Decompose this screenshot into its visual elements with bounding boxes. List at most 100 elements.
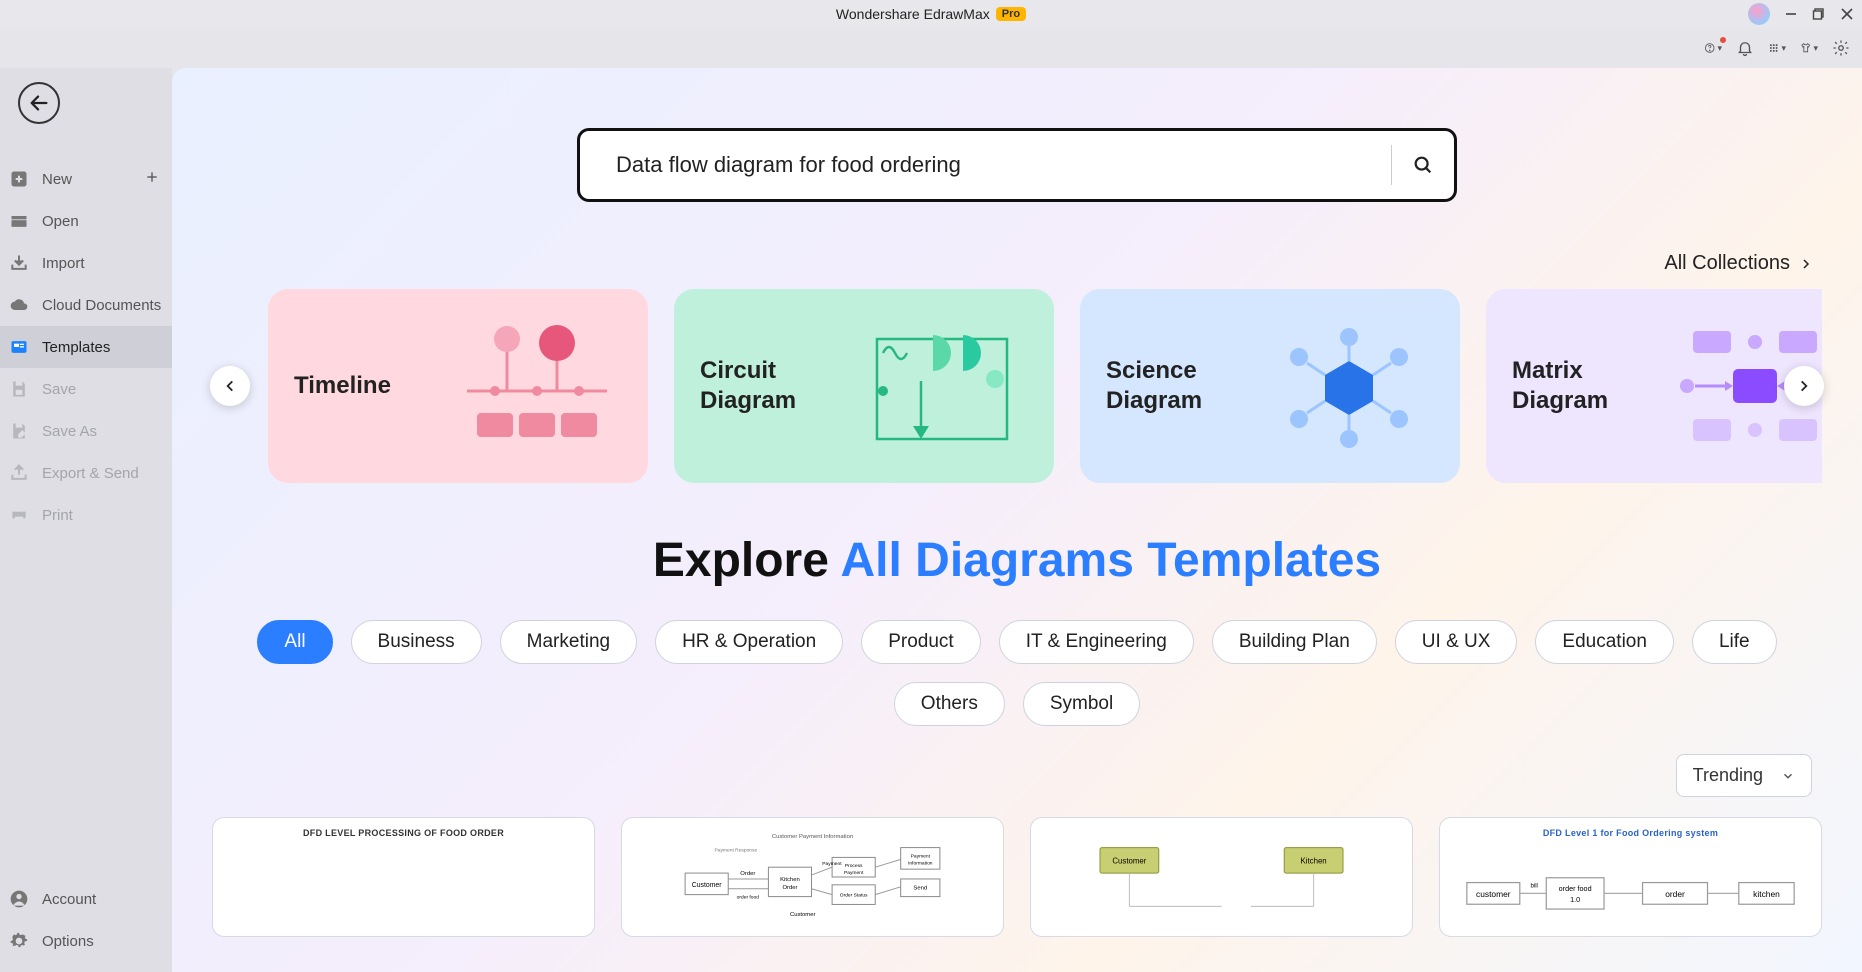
svg-text:Order: Order (782, 885, 797, 891)
all-collections-link[interactable]: All Collections (212, 252, 1822, 275)
sidebar-item-new[interactable]: New (0, 158, 172, 200)
card-label: Matrix Diagram (1512, 356, 1662, 416)
svg-text:Payment Response: Payment Response (715, 848, 758, 854)
shirt-icon[interactable]: ▾ (1800, 39, 1818, 57)
svg-text:order: order (1665, 889, 1685, 899)
sidebar-item-save[interactable]: Save (0, 368, 172, 410)
category-card-timeline[interactable]: Timeline (268, 289, 648, 483)
template-card[interactable]: DFD Level 1 for Food Ordering system cus… (1439, 817, 1822, 937)
bell-icon[interactable] (1736, 39, 1754, 57)
chip-business[interactable]: Business (351, 620, 482, 664)
card-label: Timeline (294, 371, 391, 401)
sidebar-item-label: Templates (42, 339, 110, 356)
carousel-prev-button[interactable] (210, 366, 250, 406)
maximize-button[interactable] (1812, 7, 1826, 21)
svg-text:1.0: 1.0 (1570, 895, 1580, 904)
sidebar-item-label: Options (42, 933, 94, 950)
sidebar-item-print[interactable]: Print (0, 494, 172, 536)
svg-text:Order: Order (740, 871, 755, 877)
chip-others[interactable]: Others (894, 682, 1005, 726)
cloud-icon (8, 294, 30, 316)
all-collections-label: All Collections (1664, 252, 1790, 275)
sidebar-item-import[interactable]: Import (0, 242, 172, 284)
category-card-circuit[interactable]: Circuit Diagram (674, 289, 1054, 483)
back-button[interactable] (18, 82, 60, 124)
chip-all[interactable]: All (257, 620, 332, 664)
svg-text:Customer Payment Information: Customer Payment Information (772, 834, 853, 840)
chip-marketing[interactable]: Marketing (500, 620, 637, 664)
minimize-button[interactable] (1784, 7, 1798, 21)
svg-text:Send: Send (913, 886, 927, 892)
svg-text:Order Status: Order Status (840, 893, 868, 899)
chip-uiux[interactable]: UI & UX (1395, 620, 1518, 664)
card-label: Circuit Diagram (700, 356, 850, 416)
svg-text:Process: Process (845, 863, 863, 869)
secondary-toolbar: ▾ ▾ ▾ (0, 28, 1862, 68)
app-title: Wondershare EdrawMax (836, 6, 990, 22)
svg-text:Payment: Payment (911, 853, 931, 859)
sidebar-item-export[interactable]: Export & Send (0, 452, 172, 494)
chip-symbol[interactable]: Symbol (1023, 682, 1140, 726)
template-card[interactable]: DFD LEVEL PROCESSING OF FOOD ORDER (212, 817, 595, 937)
sidebar-item-cloud[interactable]: Cloud Documents (0, 284, 172, 326)
svg-text:customer: customer (1476, 889, 1511, 899)
svg-text:Customer: Customer (790, 912, 816, 918)
sidebar-item-label: Open (42, 213, 79, 230)
plus-icon[interactable] (144, 169, 160, 189)
category-card-science[interactable]: Science Diagram (1080, 289, 1460, 483)
divider (1391, 145, 1392, 185)
sidebar-item-open[interactable]: Open (0, 200, 172, 242)
sidebar-item-label: Import (42, 255, 85, 272)
chip-hr[interactable]: HR & Operation (655, 620, 843, 664)
category-carousel: Timeline Circuit Diagram (212, 289, 1822, 483)
sidebar-item-account[interactable]: Account (0, 878, 172, 920)
pro-badge: Pro (996, 7, 1026, 21)
category-card-matrix[interactable]: Matrix Diagram (1486, 289, 1822, 483)
svg-text:Payment: Payment (822, 861, 842, 867)
explore-heading: Explore All Diagrams Templates (212, 533, 1822, 588)
help-icon[interactable]: ▾ (1704, 39, 1722, 57)
chip-education[interactable]: Education (1535, 620, 1674, 664)
template-card[interactable]: Customer Kitchen (1030, 817, 1413, 937)
sort-dropdown[interactable]: Trending (1676, 754, 1812, 797)
import-icon (8, 252, 30, 274)
plus-box-icon (8, 168, 30, 190)
gear-icon[interactable] (1832, 39, 1850, 57)
svg-text:Kitchen: Kitchen (780, 877, 800, 883)
sidebar-item-options[interactable]: Options (0, 920, 172, 962)
category-chips: All Business Marketing HR & Operation Pr… (212, 620, 1822, 726)
svg-text:order food: order food (737, 895, 760, 901)
search-input[interactable] (616, 152, 1373, 178)
science-icon (1264, 311, 1434, 461)
titlebar: Wondershare EdrawMax Pro (0, 0, 1862, 28)
sidebar-item-label: Save As (42, 423, 97, 440)
save-as-icon (8, 420, 30, 442)
svg-text:Information: Information (908, 860, 933, 866)
chip-building[interactable]: Building Plan (1212, 620, 1377, 664)
sidebar-item-templates[interactable]: Templates (0, 326, 172, 368)
main-content: All Collections Timeline (172, 68, 1862, 972)
circuit-icon (858, 311, 1028, 461)
user-avatar[interactable] (1748, 3, 1770, 25)
sort-label: Trending (1693, 765, 1763, 786)
svg-text:Kitchen: Kitchen (1301, 856, 1327, 865)
template-card[interactable]: Customer Payment Information Customer Ki… (621, 817, 1004, 937)
gear-icon (8, 930, 30, 952)
svg-text:Customer: Customer (1112, 856, 1146, 865)
sidebar-item-saveas[interactable]: Save As (0, 410, 172, 452)
search-button[interactable] (1410, 152, 1436, 178)
chip-life[interactable]: Life (1692, 620, 1777, 664)
sidebar-item-label: Export & Send (42, 465, 139, 482)
sidebar-item-label: Save (42, 381, 76, 398)
template-grid: DFD LEVEL PROCESSING OF FOOD ORDER Custo… (212, 817, 1822, 947)
chip-it[interactable]: IT & Engineering (999, 620, 1194, 664)
grid-icon[interactable]: ▾ (1768, 39, 1786, 57)
export-icon (8, 462, 30, 484)
carousel-next-button[interactable] (1784, 366, 1824, 406)
sidebar-item-label: Account (42, 891, 96, 908)
sidebar: New Open Import Cloud Documents Template… (0, 68, 172, 972)
chip-product[interactable]: Product (861, 620, 980, 664)
search-box (577, 128, 1457, 202)
close-button[interactable] (1840, 7, 1854, 21)
svg-text:kitchen: kitchen (1753, 889, 1780, 899)
